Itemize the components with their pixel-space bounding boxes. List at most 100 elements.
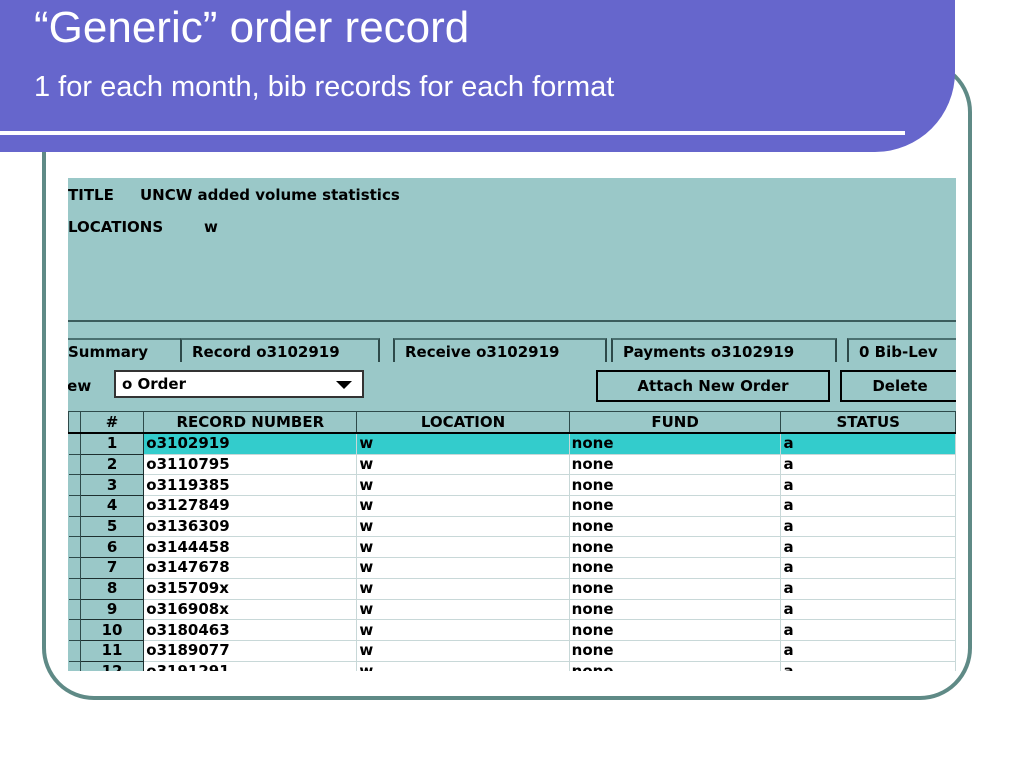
- attach-new-order-button[interactable]: Attach New Order: [596, 370, 830, 402]
- column-header-fund[interactable]: FUND: [568, 411, 782, 434]
- row-checkbox[interactable]: [68, 453, 81, 476]
- location-cell: w: [356, 453, 570, 476]
- fund-cell: none: [568, 557, 782, 579]
- row-number: 3: [79, 474, 145, 497]
- location-cell: w: [356, 639, 570, 662]
- banner-divider: [0, 131, 905, 135]
- table-row[interactable]: 6 o3144458 w none a: [68, 536, 956, 559]
- table-row[interactable]: 4 o3127849 w none a: [68, 495, 956, 517]
- title-value: UNCW added volume statistics: [140, 186, 400, 204]
- locations-value: w: [204, 218, 218, 236]
- status-cell: a: [780, 598, 956, 621]
- fund-cell: none: [568, 432, 782, 455]
- row-number: 11: [79, 639, 145, 662]
- fund-cell: none: [568, 577, 782, 600]
- location-cell: w: [356, 598, 570, 621]
- fund-cell: none: [568, 598, 782, 621]
- slide-title: “Generic” order record: [34, 3, 470, 52]
- row-checkbox[interactable]: [68, 557, 81, 579]
- status-cell: a: [780, 432, 956, 455]
- row-checkbox[interactable]: [68, 536, 81, 559]
- fund-cell: none: [568, 639, 782, 662]
- fund-cell: none: [568, 660, 782, 671]
- title-label: TITLE: [68, 186, 114, 204]
- column-header-status[interactable]: STATUS: [780, 411, 956, 434]
- record-number-cell: o3147678: [143, 557, 358, 579]
- orders-table: # RECORD NUMBER LOCATION FUND STATUS 1 o3…: [68, 411, 956, 671]
- title-field: TITLE UNCW added volume statistics: [68, 186, 400, 204]
- status-cell: a: [780, 515, 956, 538]
- fund-cell: none: [568, 495, 782, 517]
- table-row[interactable]: 2 o3110795 w none a: [68, 453, 956, 476]
- status-cell: a: [780, 536, 956, 559]
- row-checkbox[interactable]: [68, 577, 81, 600]
- record-number-cell: o3136309: [143, 515, 358, 538]
- row-number: 8: [79, 577, 145, 600]
- record-number-cell: o316908x: [143, 598, 358, 621]
- tab-record[interactable]: Record o3102919: [180, 338, 380, 362]
- table-row[interactable]: 11 o3189077 w none a: [68, 639, 956, 662]
- table-row[interactable]: 8 o315709x w none a: [68, 577, 956, 600]
- view-select[interactable]: o Order: [114, 370, 364, 398]
- location-cell: w: [356, 660, 570, 671]
- table-row[interactable]: 1 o3102919 w none a: [68, 432, 956, 455]
- title-banner: “Generic” order record 1 for each month,…: [0, 0, 955, 152]
- tab-summary[interactable]: Summary: [68, 338, 180, 362]
- table-header-row: # RECORD NUMBER LOCATION FUND STATUS: [68, 411, 956, 434]
- tab-bar: Summary Record o3102919 Receive o3102919…: [68, 338, 956, 525]
- locations-field: LOCATIONS w: [68, 218, 218, 236]
- record-number-cell: o3180463: [143, 619, 358, 641]
- status-cell: a: [780, 474, 956, 497]
- table-row[interactable]: 7 o3147678 w none a: [68, 557, 956, 579]
- row-checkbox[interactable]: [68, 639, 81, 662]
- locations-label: LOCATIONS: [68, 218, 164, 236]
- record-number-cell: o3119385: [143, 474, 358, 497]
- row-checkbox[interactable]: [68, 495, 81, 517]
- record-number-cell: o3189077: [143, 639, 358, 662]
- table-row[interactable]: 10 o3180463 w none a: [68, 619, 956, 641]
- row-checkbox[interactable]: [68, 432, 81, 455]
- tab-payments[interactable]: Payments o3102919: [611, 338, 837, 362]
- record-number-cell: o315709x: [143, 577, 358, 600]
- record-number-cell: o3110795: [143, 453, 358, 476]
- status-cell: a: [780, 577, 956, 600]
- tab-bib-level[interactable]: 0 Bib-Lev: [847, 338, 956, 362]
- row-number: 5: [79, 515, 145, 538]
- row-checkbox[interactable]: [68, 619, 81, 641]
- record-number-cell: o3127849: [143, 495, 358, 517]
- row-number: 12: [79, 660, 145, 671]
- view-label: iew: [68, 377, 92, 395]
- location-cell: w: [356, 495, 570, 517]
- row-number: 2: [79, 453, 145, 476]
- column-header-number[interactable]: #: [79, 411, 145, 434]
- status-cell: a: [780, 557, 956, 579]
- record-number-cell: o3102919: [143, 432, 358, 455]
- table-row[interactable]: 12 o3191291 w none a: [68, 660, 956, 671]
- row-checkbox[interactable]: [68, 515, 81, 538]
- fund-cell: none: [568, 453, 782, 476]
- delete-button[interactable]: Delete: [840, 370, 956, 402]
- column-header-location[interactable]: LOCATION: [356, 411, 570, 434]
- fund-cell: none: [568, 536, 782, 559]
- table-row[interactable]: 9 o316908x w none a: [68, 598, 956, 621]
- view-select-value: o Order: [122, 375, 186, 393]
- location-cell: w: [356, 474, 570, 497]
- status-cell: a: [780, 495, 956, 517]
- fund-cell: none: [568, 515, 782, 538]
- tab-receive[interactable]: Receive o3102919: [393, 338, 607, 362]
- row-checkbox[interactable]: [68, 474, 81, 497]
- row-checkbox[interactable]: [68, 598, 81, 621]
- row-number: 10: [79, 619, 145, 641]
- row-number: 6: [79, 536, 145, 559]
- row-number: 7: [79, 557, 145, 579]
- location-cell: w: [356, 432, 570, 455]
- location-cell: w: [356, 515, 570, 538]
- table-row[interactable]: 3 o3119385 w none a: [68, 474, 956, 497]
- location-cell: w: [356, 557, 570, 579]
- chevron-down-icon[interactable]: [336, 381, 352, 389]
- fund-cell: none: [568, 474, 782, 497]
- table-row[interactable]: 5 o3136309 w none a: [68, 515, 956, 538]
- column-header-record-number[interactable]: RECORD NUMBER: [143, 411, 358, 434]
- row-checkbox[interactable]: [68, 660, 81, 671]
- status-cell: a: [780, 639, 956, 662]
